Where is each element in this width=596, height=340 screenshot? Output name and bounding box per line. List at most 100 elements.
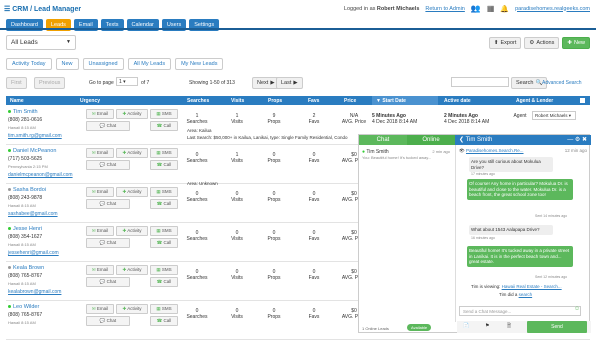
select-all-checkbox[interactable] bbox=[580, 98, 585, 103]
minimize-icon[interactable]: — bbox=[567, 137, 573, 143]
email-button[interactable]: ✉ Email bbox=[86, 304, 114, 314]
doc-icon[interactable]: 🗎 bbox=[507, 323, 511, 331]
col-active-date[interactable]: Active date bbox=[444, 98, 471, 104]
chat-button[interactable]: 💬 Chat bbox=[86, 316, 130, 326]
export-button[interactable]: ⬆ Export bbox=[488, 37, 522, 49]
app-logo[interactable]: ☰ CRM / Lead Manager bbox=[4, 5, 81, 13]
sms-icon: ▦ bbox=[156, 111, 161, 116]
agent-label: Agent bbox=[513, 113, 527, 119]
chat-button[interactable]: 💬 Chat bbox=[86, 121, 130, 131]
lead-name[interactable]: Daniel McPeanon bbox=[13, 148, 56, 154]
email-button[interactable]: ✉ Email bbox=[86, 187, 114, 197]
last-button[interactable]: Last ▶ bbox=[276, 77, 303, 89]
chat-button[interactable]: 💬 Chat bbox=[86, 199, 130, 209]
call-button[interactable]: ☎ Call bbox=[150, 238, 178, 248]
lead-name[interactable]: Tim Smith bbox=[13, 109, 38, 115]
online-tab[interactable]: Online bbox=[407, 135, 455, 145]
view-unassigned[interactable]: Unassigned bbox=[82, 58, 124, 70]
col-urgency[interactable]: Urgency bbox=[80, 98, 100, 104]
activity-button[interactable]: ✚ Activity bbox=[116, 148, 148, 158]
call-button[interactable]: ☎ Call bbox=[150, 121, 178, 131]
email-button[interactable]: ✉ Email bbox=[86, 109, 114, 119]
sms-button[interactable]: ▦ SMS bbox=[150, 187, 178, 197]
sms-button[interactable]: ▦ SMS bbox=[150, 148, 178, 158]
chat-button[interactable]: 💬 Chat bbox=[86, 160, 130, 170]
call-button[interactable]: ☎ Call bbox=[150, 160, 178, 170]
call-button[interactable]: ☎ Call bbox=[150, 316, 178, 326]
lead-name[interactable]: Sasha Bordoi bbox=[13, 187, 46, 193]
email-button[interactable]: ✉ Email bbox=[86, 265, 114, 275]
col-name[interactable]: Name bbox=[10, 98, 24, 104]
col-visits[interactable]: Visits bbox=[231, 98, 244, 104]
lead-email[interactable]: jessehenri@gmail.com bbox=[8, 250, 59, 256]
col-agent[interactable]: Agent & Lender bbox=[516, 98, 553, 104]
users-icon[interactable]: 👥 bbox=[471, 4, 481, 13]
lead-email[interactable]: kealabrown@gmail.com bbox=[8, 289, 61, 295]
domain-link[interactable]: paradisehomes.realgeeks.com bbox=[515, 6, 590, 12]
lead-email[interactable]: tim.smith.rg@gmail.com bbox=[8, 133, 62, 139]
advanced-search-link[interactable]: Advanced Search bbox=[542, 80, 581, 86]
view-new[interactable]: New bbox=[55, 58, 79, 70]
props-sub: Props bbox=[267, 158, 281, 164]
chat-message-input[interactable]: Send a Chat Message... bbox=[459, 306, 581, 316]
lead-name[interactable]: Jesse Henri bbox=[13, 226, 42, 232]
lead-name-cell: Tim Smith (808) 281-0616 Hawaii 8:15 AM tim… bbox=[8, 108, 62, 140]
view-my-new-leads[interactable]: My New Leads bbox=[175, 58, 224, 70]
sms-button[interactable]: ▦ SMS bbox=[150, 109, 178, 119]
agent-select[interactable]: Robert Michaels ▾ bbox=[532, 111, 576, 120]
settings-icon[interactable]: ⚙ bbox=[575, 137, 580, 143]
view-all-my-leads[interactable]: All My Leads bbox=[127, 58, 172, 70]
attach-icon[interactable]: 📄 bbox=[463, 323, 469, 329]
search-input[interactable] bbox=[451, 77, 509, 87]
lead-name[interactable]: Keala Brown bbox=[13, 265, 44, 271]
return-admin-link[interactable]: Return to Admin bbox=[425, 6, 464, 12]
lead-name[interactable]: Leo Wilder bbox=[13, 304, 39, 310]
email-label: Email bbox=[96, 189, 109, 194]
new-button[interactable]: ✚ New bbox=[562, 37, 590, 49]
col-favs[interactable]: Favs bbox=[308, 98, 319, 104]
col-start-date[interactable]: ▼ Start Date bbox=[372, 96, 438, 105]
bell-icon[interactable]: 🔔 bbox=[500, 5, 509, 13]
col-price[interactable]: Price bbox=[344, 98, 356, 104]
chat-button[interactable]: 💬 Chat bbox=[86, 238, 130, 248]
activity-button[interactable]: ✚ Activity bbox=[116, 226, 148, 236]
page-select[interactable]: 1 ▾ bbox=[116, 77, 138, 86]
chat-list-item[interactable]: ● Tim Smith 2 min ago You: Beautiful hom… bbox=[359, 147, 453, 163]
email-button[interactable]: ✉ Email bbox=[86, 226, 114, 236]
chat-time-4: Sent 12 minutes ago bbox=[535, 275, 568, 279]
viewing-link[interactable]: Hawaii Real Estate - Search... bbox=[502, 284, 562, 289]
sms-button[interactable]: ▦ SMS bbox=[150, 226, 178, 236]
urgency-actions: ✉ Email ✚ Activity ▦ SMS 💬 Chat ☎ Call bbox=[86, 226, 182, 254]
searches-sub: Searches bbox=[186, 275, 208, 281]
back-icon[interactable]: ❮ bbox=[459, 137, 464, 143]
chat-tab[interactable]: Chat bbox=[359, 135, 407, 145]
send-button[interactable]: Send bbox=[527, 321, 587, 333]
activity-button[interactable]: ✚ Activity bbox=[116, 109, 148, 119]
leads-filter-select[interactable]: All Leads ▼ bbox=[6, 35, 76, 50]
sms-button[interactable]: ▦ SMS bbox=[150, 265, 178, 275]
activity-button[interactable]: ✚ Activity bbox=[116, 187, 148, 197]
lead-email[interactable]: sashabee@gmail.com bbox=[8, 211, 58, 217]
email-button[interactable]: ✉ Email bbox=[86, 148, 114, 158]
close-icon[interactable]: ✖ bbox=[582, 137, 587, 143]
view-activity-today[interactable]: Activity Today bbox=[6, 58, 52, 70]
col-searches[interactable]: Searches bbox=[187, 98, 209, 104]
first-button[interactable]: First bbox=[6, 77, 27, 89]
call-button[interactable]: ☎ Call bbox=[150, 277, 178, 287]
email-icon: ✉ bbox=[91, 267, 96, 272]
previous-button[interactable]: Previous bbox=[34, 77, 66, 89]
chat-button[interactable]: 💬 Chat bbox=[86, 277, 130, 287]
activity-button[interactable]: ✚ Activity bbox=[116, 265, 148, 275]
actions-button[interactable]: ⚙ Actions bbox=[524, 37, 560, 49]
available-toggle[interactable]: Available bbox=[407, 324, 432, 331]
grid-icon[interactable]: ▦ bbox=[487, 4, 495, 13]
lead-email[interactable]: danielmcpeanon@gmail.com bbox=[8, 172, 73, 178]
chat-page-link[interactable]: Paradisehomes.Search.Re... bbox=[466, 148, 524, 153]
call-button[interactable]: ☎ Call bbox=[150, 199, 178, 209]
sms-button[interactable]: ▦ SMS bbox=[150, 304, 178, 314]
tag-icon[interactable]: ⚑ bbox=[485, 323, 489, 329]
activity-button[interactable]: ✚ Activity bbox=[116, 304, 148, 314]
col-props[interactable]: Props bbox=[268, 98, 282, 104]
did-search-link[interactable]: search bbox=[519, 292, 533, 297]
emoji-icon[interactable]: ☺ bbox=[574, 306, 580, 312]
